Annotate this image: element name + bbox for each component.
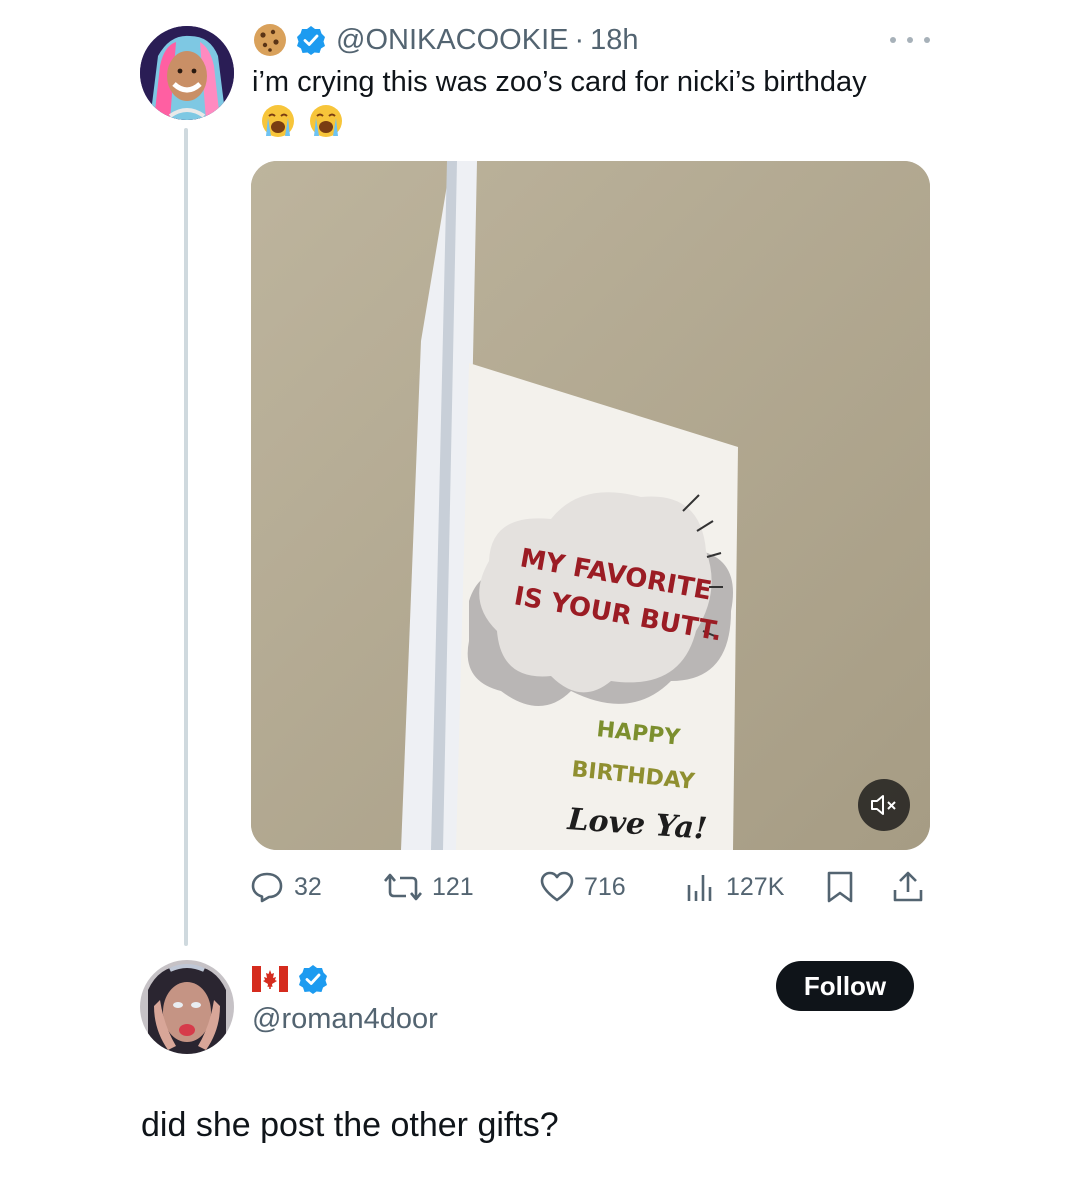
more-dot	[924, 37, 930, 43]
more-dot	[890, 37, 896, 43]
reply-text: did she post the other gifts?	[141, 1106, 559, 1144]
tweet-text: i’m crying this was zoo’s card for nicki…	[252, 62, 932, 151]
share-icon	[893, 871, 923, 902]
author-avatar[interactable]	[140, 26, 234, 120]
bookmark-icon	[827, 871, 853, 903]
tweet-actions-bar: 32 121 716 127K	[250, 866, 930, 908]
reply-count: 32	[294, 872, 322, 901]
tweet-media-video[interactable]: MY FAVORITE IS YOUR BUTT. HAPPY BIRTHDAY…	[251, 161, 930, 850]
heart-icon	[540, 871, 574, 902]
speaker-muted-icon	[871, 795, 896, 815]
tweet-emojis	[260, 103, 344, 151]
reply-action[interactable]: 32	[250, 866, 322, 908]
bookmark-action[interactable]	[826, 866, 864, 908]
views-action[interactable]: 127K	[684, 866, 784, 908]
verified-badge-icon	[299, 965, 327, 994]
tweet-body: i’m crying this was zoo’s card for nicki…	[252, 66, 867, 98]
tweet-timestamp[interactable]: 18h	[590, 24, 638, 57]
verified-badge-icon	[297, 26, 325, 55]
more-options-icon[interactable]	[890, 28, 930, 52]
canada-flag-icon	[252, 966, 288, 992]
repost-count: 121	[432, 872, 474, 901]
repost-action[interactable]: 121	[384, 866, 474, 908]
reply-header	[252, 964, 328, 994]
mute-toggle-button[interactable]	[858, 779, 910, 831]
more-dot	[907, 37, 913, 43]
repost-icon	[384, 873, 422, 901]
share-action[interactable]	[892, 866, 934, 908]
author-handle[interactable]: @ONIKACOOKIE	[336, 24, 568, 57]
reply-author-handle[interactable]: @roman4door	[252, 1003, 438, 1036]
loudly-crying-face-icon	[262, 105, 294, 137]
follow-button[interactable]: Follow	[776, 961, 914, 1011]
like-count: 716	[584, 872, 626, 901]
loudly-crying-face-icon	[310, 105, 343, 137]
reply-author-avatar[interactable]	[140, 960, 234, 1054]
views-count: 127K	[726, 872, 785, 901]
meta-separator: ·	[574, 23, 585, 56]
thread-connector-line	[184, 128, 188, 946]
views-chart-icon	[687, 875, 712, 901]
reply-icon	[251, 872, 283, 903]
like-action[interactable]: 716	[540, 866, 626, 908]
cookie-icon	[254, 24, 286, 56]
tweet-header: @ONIKACOOKIE · 18h	[252, 20, 639, 60]
